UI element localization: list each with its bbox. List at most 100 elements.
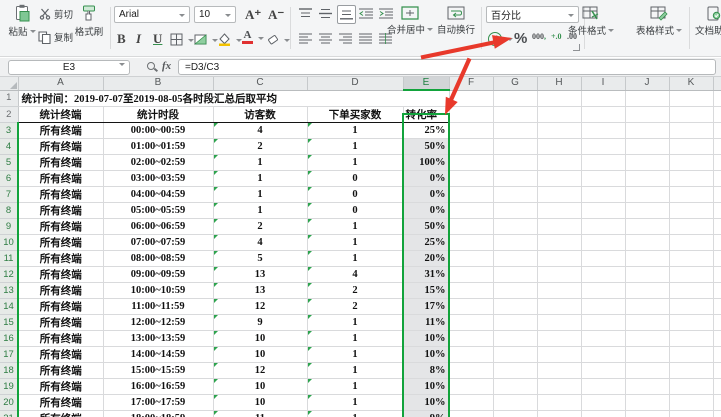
cell-empty[interactable] xyxy=(493,315,537,331)
cell-visitors[interactable]: 11 xyxy=(213,411,307,417)
cell-empty[interactable] xyxy=(493,379,537,395)
cell-empty[interactable] xyxy=(449,235,493,251)
cell-empty[interactable] xyxy=(713,203,721,219)
cell-visitors[interactable]: 10 xyxy=(213,395,307,411)
cell-buyers[interactable]: 1 xyxy=(307,363,403,379)
cell-empty[interactable] xyxy=(625,411,669,417)
cell-buyers[interactable]: 0 xyxy=(307,203,403,219)
cell-empty[interactable] xyxy=(625,90,669,107)
cell-rate[interactable]: 0% xyxy=(403,187,449,203)
cell-empty[interactable] xyxy=(581,283,625,299)
cell-visitors[interactable]: 10 xyxy=(213,347,307,363)
cell-empty[interactable] xyxy=(537,315,581,331)
row-header-6[interactable]: 6 xyxy=(0,171,18,187)
name-box[interactable]: E3 xyxy=(8,60,130,75)
cell-empty[interactable] xyxy=(537,155,581,171)
cell-empty[interactable] xyxy=(493,347,537,363)
cell-buyers[interactable]: 1 xyxy=(307,331,403,347)
cell-empty[interactable] xyxy=(537,219,581,235)
cell-buyers[interactable]: 2 xyxy=(307,299,403,315)
cell-empty[interactable] xyxy=(449,315,493,331)
align-bottom-button[interactable] xyxy=(337,5,356,24)
cell-buyers[interactable]: 2 xyxy=(307,283,403,299)
cell-visitors[interactable]: 13 xyxy=(213,267,307,283)
cell-rate[interactable]: 0% xyxy=(403,171,449,187)
column-header-E[interactable]: E xyxy=(403,77,449,90)
row-header-4[interactable]: 4 xyxy=(0,139,18,155)
cell-empty[interactable] xyxy=(581,411,625,417)
cell-empty[interactable] xyxy=(537,379,581,395)
cell-buyers[interactable]: 1 xyxy=(307,155,403,171)
cell-period[interactable]: 14:00~14:59 xyxy=(103,347,213,363)
cell-empty[interactable] xyxy=(449,347,493,363)
cell-visitors[interactable]: 1 xyxy=(213,203,307,219)
cell-empty[interactable] xyxy=(537,235,581,251)
cell-empty[interactable] xyxy=(449,363,493,379)
row-header-5[interactable]: 5 xyxy=(0,155,18,171)
row-header-15[interactable]: 15 xyxy=(0,315,18,331)
cell-empty[interactable] xyxy=(449,379,493,395)
cell-empty[interactable] xyxy=(713,171,721,187)
cell-period[interactable]: 03:00~03:59 xyxy=(103,171,213,187)
cell-empty[interactable] xyxy=(449,251,493,267)
cell-rate[interactable]: 31% xyxy=(403,267,449,283)
cell-empty[interactable] xyxy=(713,107,721,123)
cell-period[interactable]: 17:00~17:59 xyxy=(103,395,213,411)
cell-empty[interactable] xyxy=(669,411,713,417)
cell-empty[interactable] xyxy=(713,123,721,139)
select-all-corner[interactable] xyxy=(0,77,18,90)
cell-empty[interactable] xyxy=(625,315,669,331)
cell-terminal[interactable]: 所有终端 xyxy=(18,203,103,219)
cell-rate[interactable]: 9% xyxy=(403,411,449,417)
cell-empty[interactable] xyxy=(625,187,669,203)
cell-period[interactable]: 07:00~07:59 xyxy=(103,235,213,251)
cell-empty[interactable] xyxy=(581,299,625,315)
cell-empty[interactable] xyxy=(449,139,493,155)
font-color-button[interactable]: A xyxy=(242,31,264,44)
align-top-button[interactable] xyxy=(299,8,312,19)
cell-empty[interactable] xyxy=(493,90,537,107)
wrap-text-button[interactable]: 自动换行 xyxy=(436,6,476,36)
cell-empty[interactable] xyxy=(493,235,537,251)
cell-empty[interactable] xyxy=(493,171,537,187)
cell-empty[interactable] xyxy=(537,267,581,283)
column-header-J[interactable]: J xyxy=(625,77,669,90)
italic-button[interactable]: I xyxy=(136,31,141,47)
clear-format-button[interactable] xyxy=(266,33,290,46)
cell-empty[interactable] xyxy=(669,187,713,203)
cell-terminal[interactable]: 所有终端 xyxy=(18,395,103,411)
cell-empty[interactable] xyxy=(493,123,537,139)
copy-button[interactable]: 复制 xyxy=(38,30,73,44)
cell-visitors[interactable]: 4 xyxy=(213,123,307,139)
cell-empty[interactable] xyxy=(449,411,493,417)
cell-period[interactable]: 09:00~09:59 xyxy=(103,267,213,283)
row-header-10[interactable]: 10 xyxy=(0,235,18,251)
column-header-A[interactable]: A xyxy=(18,77,103,90)
merge-center-button[interactable]: 合并居中 xyxy=(388,6,432,36)
cell-empty[interactable] xyxy=(449,203,493,219)
increase-font-button[interactable]: A⁺ xyxy=(245,7,261,23)
cell-rate[interactable]: 25% xyxy=(403,235,449,251)
cell-buyers[interactable]: 1 xyxy=(307,379,403,395)
cell-empty[interactable] xyxy=(669,171,713,187)
cell-buyers[interactable]: 1 xyxy=(307,411,403,417)
cell-empty[interactable] xyxy=(713,139,721,155)
row-header-3[interactable]: 3 xyxy=(0,123,18,139)
cell-empty[interactable] xyxy=(581,139,625,155)
cell-visitors[interactable]: 10 xyxy=(213,379,307,395)
cell-empty[interactable] xyxy=(537,395,581,411)
cell-empty[interactable] xyxy=(669,347,713,363)
cell-empty[interactable] xyxy=(713,267,721,283)
cell-period[interactable]: 05:00~05:59 xyxy=(103,203,213,219)
decrease-indent-button[interactable] xyxy=(359,8,373,19)
cell-empty[interactable] xyxy=(625,155,669,171)
cell-rate[interactable]: 50% xyxy=(403,219,449,235)
column-header-B[interactable]: B xyxy=(103,77,213,90)
cell-empty[interactable] xyxy=(713,347,721,363)
column-header-F[interactable]: F xyxy=(449,77,493,90)
cell-empty[interactable] xyxy=(537,107,581,123)
cell-empty[interactable] xyxy=(669,331,713,347)
cell-empty[interactable] xyxy=(625,251,669,267)
cell-empty[interactable] xyxy=(449,123,493,139)
cell-empty[interactable] xyxy=(449,155,493,171)
